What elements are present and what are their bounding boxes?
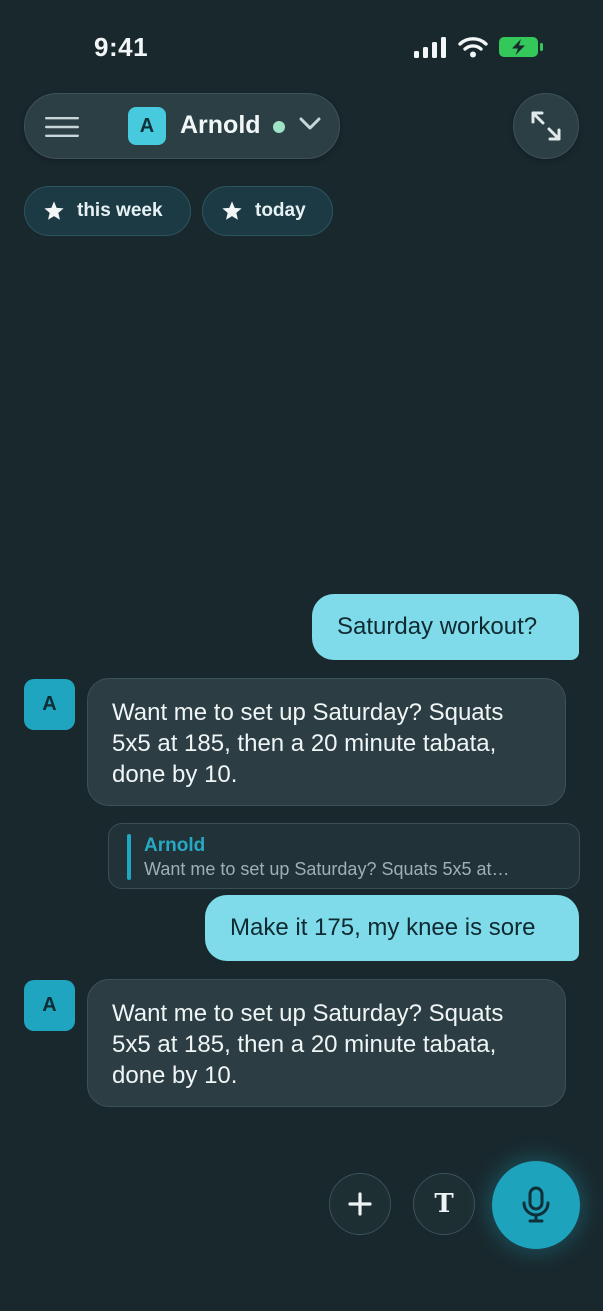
wifi-icon (458, 37, 488, 58)
chip-label: this week (77, 200, 163, 221)
microphone-icon (522, 1186, 550, 1223)
chevron-down-icon (299, 117, 321, 130)
agent-selector[interactable]: A Arnold (24, 93, 340, 159)
chip-today[interactable]: today (202, 186, 333, 236)
chip-label: today (255, 200, 306, 221)
status-icons (414, 36, 544, 58)
user-message[interactable]: Saturday workout? (312, 594, 579, 660)
reply-text: Want me to set up Saturday? Squats 5x5 a… (144, 859, 510, 879)
assistant-avatar: A (24, 679, 75, 730)
menu-button[interactable] (45, 115, 79, 139)
chip-this-week[interactable]: this week (24, 186, 191, 236)
assistant-message[interactable]: Want me to set up Saturday? Squats 5x5 a… (87, 678, 566, 806)
agent-avatar: A (128, 107, 166, 145)
plus-icon (348, 1192, 372, 1216)
star-icon (44, 201, 64, 220)
agent-name: Arnold (180, 111, 261, 139)
assistant-avatar: A (24, 980, 75, 1031)
reply-author: Arnold (144, 835, 206, 856)
online-status-dot (273, 121, 285, 133)
battery-charging-icon (499, 37, 543, 57)
status-time: 9:41 (94, 32, 149, 62)
reply-quote[interactable]: Arnold Want me to set up Saturday? Squat… (108, 823, 580, 889)
add-button[interactable] (329, 1173, 391, 1235)
expand-button[interactable] (513, 93, 579, 159)
cellular-signal-icon (414, 36, 446, 58)
text-icon: T (434, 1189, 454, 1219)
microphone-button[interactable] (492, 1161, 580, 1249)
star-icon (222, 201, 242, 220)
text-input-button[interactable]: T (413, 1173, 475, 1235)
user-message[interactable]: Make it 175, my knee is sore (205, 895, 579, 961)
expand-icon (531, 111, 561, 141)
assistant-message[interactable]: Want me to set up Saturday? Squats 5x5 a… (87, 979, 566, 1107)
menu-icon (45, 117, 79, 137)
